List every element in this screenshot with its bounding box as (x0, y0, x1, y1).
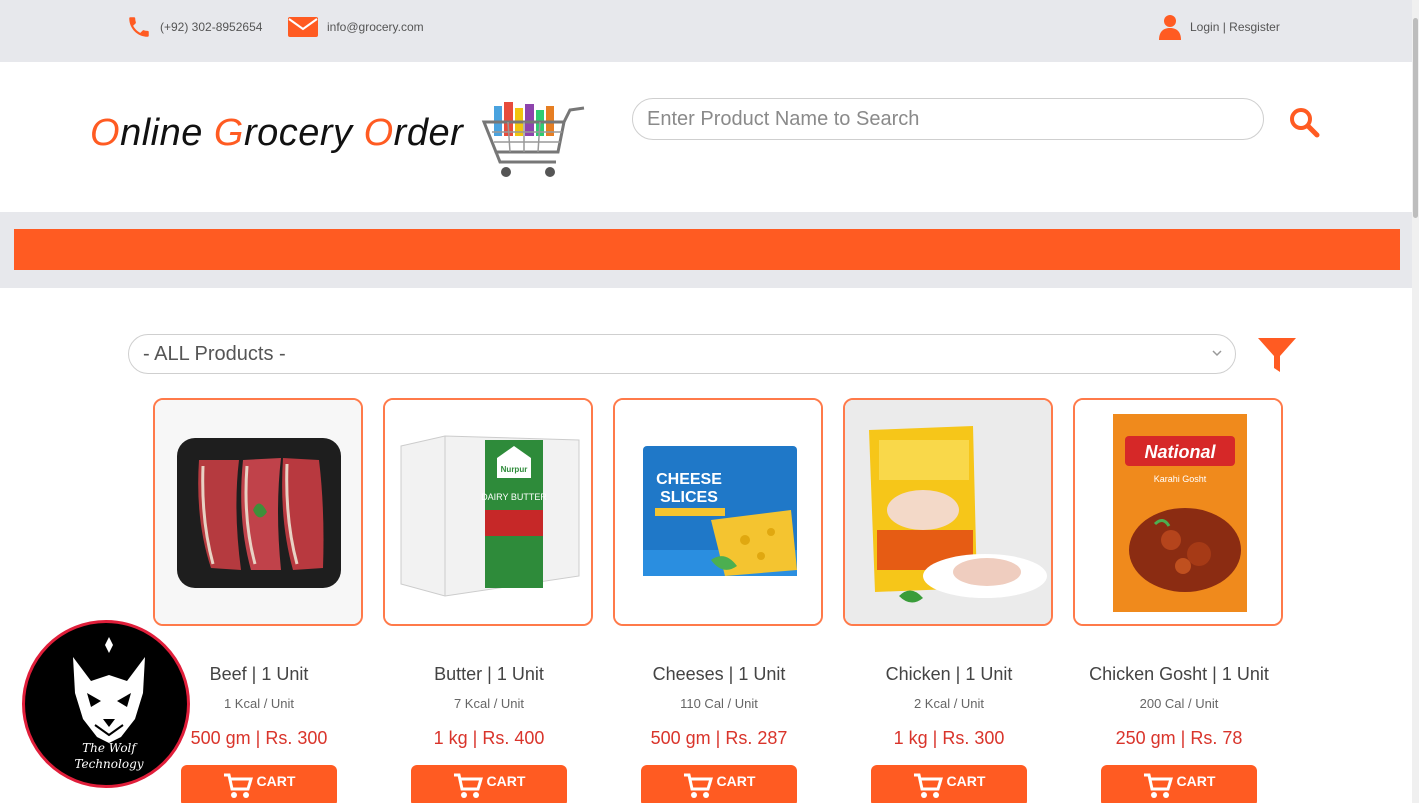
product-price: 500 gm | Rs. 287 (650, 728, 788, 748)
cheese-package-label: SLICES (660, 489, 718, 506)
funnel-icon (1258, 338, 1296, 372)
logo-letter: G (213, 112, 244, 154)
product-image-butter[interactable]: DAIRY BUTTER Nurpur (383, 398, 593, 626)
butter-package-label: DAIRY BUTTER (481, 492, 547, 502)
logo-word: rocery (243, 112, 364, 154)
product-name: Chicken Gosht | 1 Unit (1089, 664, 1269, 684)
watermark-line1: The Wolf (82, 741, 136, 755)
login-register-link[interactable]: Login | Resgister (1190, 20, 1280, 34)
cart-icon (223, 773, 253, 798)
product-name: Chicken | 1 Unit (885, 664, 1013, 684)
phone-number: (+92) 302-8952654 (160, 20, 263, 34)
search-icon (1290, 108, 1320, 138)
orange-nav-band (14, 229, 1400, 270)
top-info-bar: (+92) 302-8952654 info@grocery.com Login… (0, 0, 1412, 62)
email-contact[interactable]: info@grocery.com (287, 10, 424, 44)
product-name: Cheeses | 1 Unit (652, 664, 786, 684)
add-to-cart-button[interactable]: CART (411, 765, 567, 803)
product-calories: 2 Kcal / Unit (913, 696, 985, 711)
product-image-chicken[interactable] (843, 398, 1053, 626)
cart-button-label: CART (946, 773, 986, 789)
user-icon (1159, 15, 1181, 40)
cheese-package-label: CHEESE (656, 471, 722, 488)
logo-letter: O (363, 112, 394, 154)
add-to-cart-button[interactable]: CART (871, 765, 1027, 803)
login-register[interactable]: Login | Resgister (1158, 10, 1280, 44)
product-calories: 7 Kcal / Unit (453, 696, 525, 711)
page: (+92) 302-8952654 info@grocery.com Login… (0, 0, 1419, 803)
butter-package-brand: Nurpur (501, 465, 528, 474)
cart-button-label: CART (486, 773, 526, 789)
add-to-cart-button[interactable]: CART (641, 765, 797, 803)
add-to-cart-button[interactable]: CART (1101, 765, 1257, 803)
chevron-down-icon (1212, 350, 1222, 357)
cart-icon (1143, 773, 1173, 798)
cart-icon (683, 773, 713, 798)
product-search-input[interactable] (632, 98, 1264, 140)
phone-icon (129, 17, 149, 37)
site-header: Online Grocery Order (0, 62, 1412, 212)
search-button[interactable] (1286, 104, 1322, 140)
logo-word: nline (120, 112, 214, 154)
gosht-package-label: Karahi Gosht (1154, 474, 1207, 484)
cart-icon (913, 773, 943, 798)
site-logo[interactable]: Online Grocery Order (90, 112, 463, 155)
cart-icon (453, 773, 483, 798)
add-to-cart-button[interactable]: CART (181, 765, 337, 803)
filter-button[interactable] (1256, 336, 1298, 376)
product-image-cheese[interactable]: CHEESE SLICES (613, 398, 823, 626)
product-name: Butter | 1 Unit (434, 664, 544, 684)
email-address: info@grocery.com (327, 20, 424, 34)
category-selected-value: - ALL Products - (143, 342, 286, 365)
scrollbar-thumb[interactable] (1413, 18, 1418, 218)
product-image-beef[interactable] (153, 398, 363, 626)
nav-band-wrapper (0, 212, 1412, 288)
watermark-line2: Technology (74, 757, 144, 771)
product-price: 1 kg | Rs. 400 (433, 728, 545, 748)
page-scrollbar[interactable] (1412, 0, 1419, 803)
product-price: 1 kg | Rs. 300 (893, 728, 1005, 748)
product-price: 250 gm | Rs. 78 (1115, 728, 1243, 748)
logo-word: rder (393, 112, 464, 154)
product-calories: 110 Cal / Unit (680, 696, 758, 711)
cart-button-label: CART (716, 773, 756, 789)
product-image-chicken-gosht[interactable]: National Karahi Gosht (1073, 398, 1283, 626)
cart-button-label: CART (1176, 773, 1216, 789)
cart-button-label: CART (256, 773, 296, 789)
gosht-package-brand: National (1144, 442, 1216, 462)
logo-letter: O (90, 112, 121, 154)
shopping-cart-logo-icon (481, 102, 585, 177)
watermark-logo: The Wolf Technology (22, 620, 190, 788)
product-calories: 200 Cal / Unit (1139, 696, 1219, 711)
phone-contact[interactable]: (+92) 302-8952654 (126, 10, 262, 44)
category-select[interactable]: - ALL Products - (128, 334, 1236, 374)
envelope-icon (288, 17, 318, 37)
